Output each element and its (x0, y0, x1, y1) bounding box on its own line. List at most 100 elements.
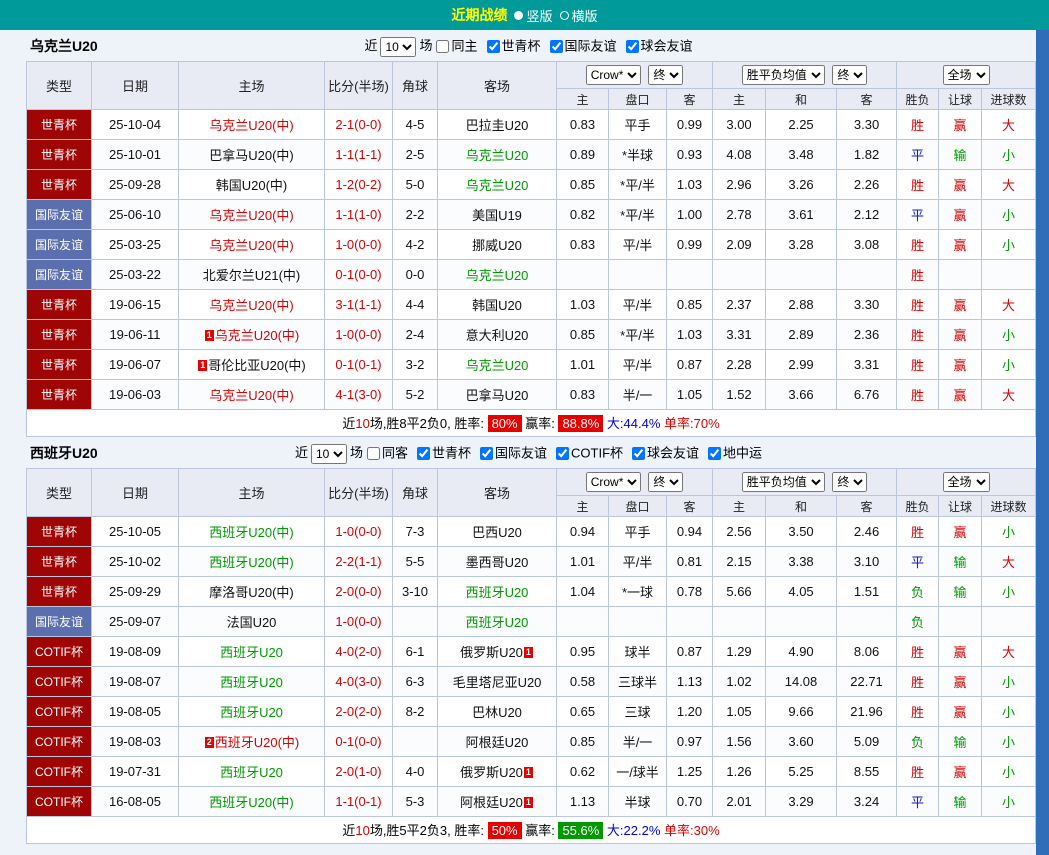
filter-option[interactable]: COTIF杯 (552, 445, 623, 460)
corner-cell: 2-5 (393, 140, 438, 170)
home-team-link[interactable]: 乌克兰U20(中) (209, 118, 294, 133)
handicap-cell: *一球 (609, 577, 667, 607)
filter-bar: 近10场同客世青杯国际友谊COTIF杯球会友谊地中运 (26, 440, 1036, 467)
away-team-link[interactable]: 韩国U20 (472, 298, 522, 313)
home-team-link[interactable]: 法国U20 (227, 615, 277, 630)
radio-icon[interactable] (560, 11, 569, 20)
filter-checkbox[interactable] (556, 447, 569, 460)
filter-option[interactable]: 世青杯 (483, 38, 541, 53)
filter-checkbox[interactable] (708, 447, 721, 460)
away-team-link[interactable]: 毛里塔尼亚U20 (453, 675, 542, 690)
filter-option[interactable]: 国际友谊 (476, 445, 547, 460)
away-team-link[interactable]: 阿根廷U20 (466, 735, 529, 750)
home-team-link[interactable]: 乌克兰U20(中) (215, 328, 300, 343)
odds-source-select[interactable]: Crow* (586, 472, 641, 492)
filter-option[interactable]: 国际友谊 (546, 38, 617, 53)
recent-count-select[interactable]: 10 (311, 444, 347, 464)
col-score: 比分(半场) (325, 469, 393, 517)
away-team-link[interactable]: 墨西哥U20 (466, 555, 529, 570)
filter-option[interactable]: 地中运 (704, 445, 762, 460)
europe-avg-select[interactable]: 胜平负均值 (742, 65, 825, 85)
filter-option[interactable]: 球会友谊 (628, 445, 699, 460)
away-team-link[interactable]: 乌克兰U20 (466, 178, 529, 193)
score-cell: 0-1(0-0) (325, 260, 393, 290)
away-team-link[interactable]: 乌克兰U20 (466, 358, 529, 373)
filter-checkbox[interactable] (417, 447, 430, 460)
filter-option[interactable]: 世青杯 (413, 445, 471, 460)
result-cell: 平 (897, 200, 939, 230)
league-cell: 世青杯 (27, 170, 92, 200)
home-team-link[interactable]: 哥伦比亚U20(中) (208, 358, 306, 373)
layout-option-vertical[interactable]: 竖版 (514, 6, 552, 25)
summary-segment: 赢率: (522, 416, 559, 431)
away-team-link[interactable]: 挪威U20 (472, 238, 522, 253)
filter-checkbox[interactable] (626, 40, 639, 53)
recent-suffix-label: 场 (350, 445, 363, 460)
date-cell: 19-06-03 (92, 380, 179, 410)
filter-checkbox[interactable] (632, 447, 645, 460)
col-lose: 客 (837, 89, 897, 110)
europe-time-select[interactable]: 终 (832, 472, 867, 492)
odds-source-select[interactable]: Crow* (586, 65, 641, 85)
asia-away-odds-cell (667, 260, 713, 290)
filter-checkbox[interactable] (436, 40, 449, 53)
away-team-link[interactable]: 俄罗斯U20 (460, 645, 523, 660)
away-team-link[interactable]: 俄罗斯U20 (460, 765, 523, 780)
scope-select[interactable]: 全场 (943, 472, 990, 492)
home-team-cell: 西班牙U20 (179, 757, 325, 787)
filter-checkbox[interactable] (367, 447, 380, 460)
filter-option[interactable]: 同主 (432, 38, 477, 53)
away-team-link[interactable]: 阿根廷U20 (460, 795, 523, 810)
away-team-link[interactable]: 巴西U20 (472, 525, 522, 540)
radio-icon[interactable] (514, 11, 523, 20)
home-team-link[interactable]: 西班牙U20(中) (209, 525, 294, 540)
away-team-link[interactable]: 美国U19 (472, 208, 522, 223)
away-team-link[interactable]: 乌克兰U20 (466, 148, 529, 163)
away-team-link[interactable]: 巴林U20 (472, 705, 522, 720)
europe-time-select[interactable]: 终 (832, 65, 867, 85)
home-team-link[interactable]: 摩洛哥U20(中) (209, 585, 294, 600)
odds-time-select[interactable]: 终 (648, 65, 683, 85)
recent-count-select[interactable]: 10 (380, 37, 416, 57)
home-team-link[interactable]: 韩国U20(中) (216, 178, 288, 193)
europe-avg-select[interactable]: 胜平负均值 (742, 472, 825, 492)
home-team-link[interactable]: 西班牙U20 (220, 675, 283, 690)
home-team-link[interactable]: 北爱尔兰U21(中) (203, 268, 301, 283)
filter-checkbox[interactable] (480, 447, 493, 460)
away-team-link[interactable]: 西班牙U20 (466, 615, 529, 630)
asia-away-odds-cell: 0.85 (667, 290, 713, 320)
home-team-link[interactable]: 西班牙U20 (220, 645, 283, 660)
away-team-link[interactable]: 乌克兰U20 (466, 268, 529, 283)
scope-select[interactable]: 全场 (943, 65, 990, 85)
filter-checkbox[interactable] (550, 40, 563, 53)
home-team-cell: 乌克兰U20(中) (179, 380, 325, 410)
away-team-link[interactable]: 巴拉圭U20 (466, 118, 529, 133)
home-team-link[interactable]: 乌克兰U20(中) (209, 238, 294, 253)
score-cell: 2-0(2-0) (325, 697, 393, 727)
match-row: 国际友谊25-09-07法国U201-0(0-0)西班牙U20负 (27, 607, 1036, 637)
home-team-link[interactable]: 乌克兰U20(中) (209, 298, 294, 313)
col-handicap: 盘口 (609, 89, 667, 110)
home-team-link[interactable]: 西班牙U20(中) (215, 735, 300, 750)
match-row: 世青杯25-10-01巴拿马U20(中)1-1(1-1)2-5乌克兰U200.8… (27, 140, 1036, 170)
filter-option[interactable]: 同客 (363, 445, 408, 460)
asia-home-odds-cell: 0.85 (557, 170, 609, 200)
away-team-link[interactable]: 意大利U20 (466, 328, 529, 343)
layout-option-horizontal[interactable]: 横版 (560, 6, 598, 25)
home-team-link[interactable]: 乌克兰U20(中) (209, 388, 294, 403)
filter-checkbox[interactable] (487, 40, 500, 53)
home-team-link[interactable]: 巴拿马U20(中) (209, 148, 294, 163)
corner-cell: 3-2 (393, 350, 438, 380)
home-team-link[interactable]: 西班牙U20(中) (209, 795, 294, 810)
home-team-link[interactable]: 西班牙U20 (220, 765, 283, 780)
home-team-link[interactable]: 西班牙U20(中) (209, 555, 294, 570)
away-team-link[interactable]: 西班牙U20 (466, 585, 529, 600)
home-team-link[interactable]: 西班牙U20 (220, 705, 283, 720)
home-team-link[interactable]: 乌克兰U20(中) (209, 208, 294, 223)
odds-time-select[interactable]: 终 (648, 472, 683, 492)
away-team-link[interactable]: 巴拿马U20 (466, 388, 529, 403)
filter-option[interactable]: 球会友谊 (622, 38, 693, 53)
section-spain-u20: 西班牙U20 近10场同客世青杯国际友谊COTIF杯球会友谊地中运 类型 日期 … (26, 440, 1036, 844)
date-cell: 19-07-31 (92, 757, 179, 787)
goals-result-cell: 大 (982, 637, 1036, 667)
